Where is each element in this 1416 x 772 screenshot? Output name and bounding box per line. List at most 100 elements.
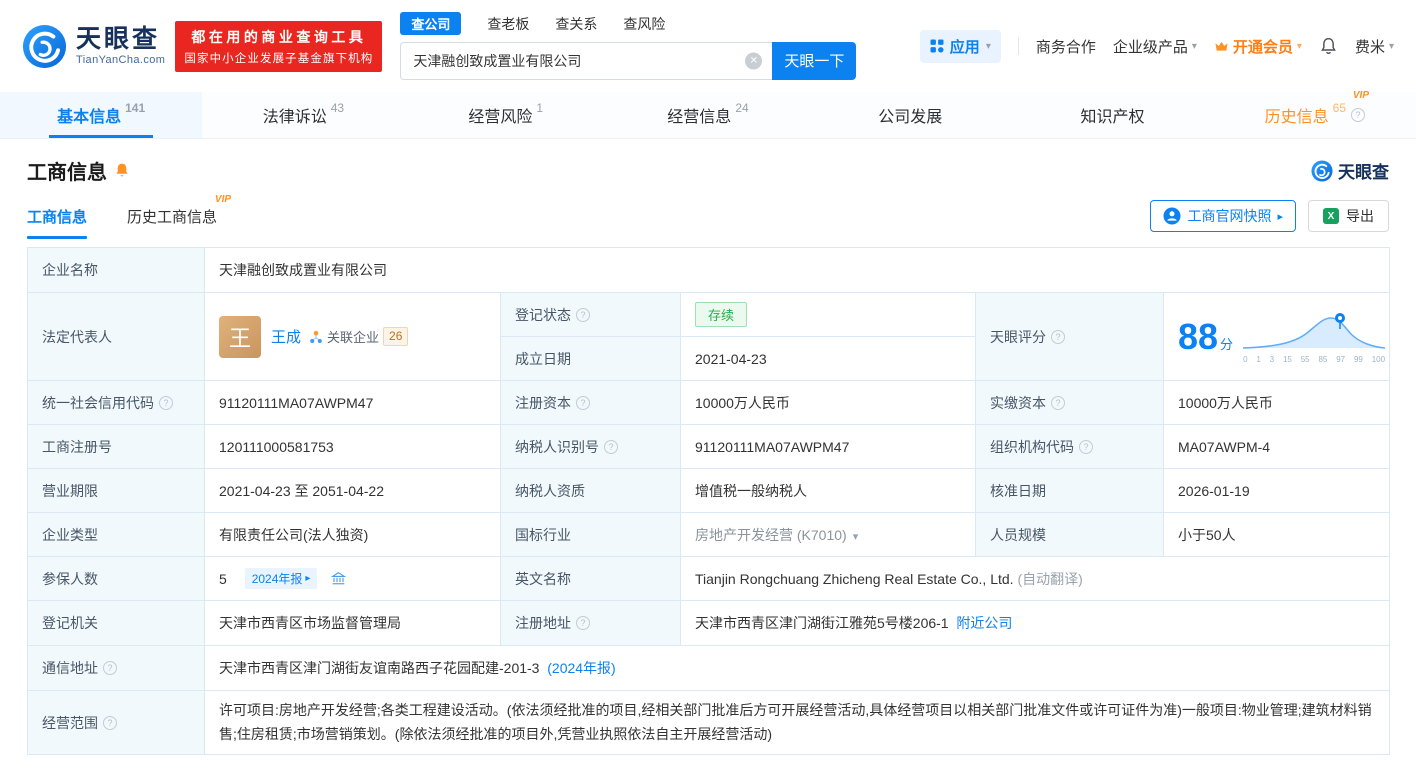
header-menu: 应用 ▾ 商务合作 企业级产品 ▾ 开通会员 ▾ 费米 ▾ (919, 29, 1394, 63)
field-label-business-scope: 经营范围? (27, 690, 205, 755)
caret-down-icon: ▾ (1191, 40, 1197, 52)
reg-address-value: 天津市西青区津门湖街江雅苑5号楼206-1 附近公司 (679, 600, 1391, 646)
mail-address-value: 天津市西青区津门湖街友谊南路西子花园配建-201-3 (2024年报) (203, 645, 1391, 691)
tab-operating-info[interactable]: 经营信息 24 (607, 92, 809, 138)
annual-report-badge[interactable]: 2024年报 ▸ (244, 568, 318, 589)
search-tab-risk[interactable]: 查风险 (623, 14, 665, 34)
org-code-value: MA07AWPM-4 (1162, 424, 1391, 469)
vip-tag: VIP (1352, 90, 1370, 101)
legal-rep-cell: 王 王成 关联企业 26 (204, 292, 501, 381)
auto-translate-note: (自动翻译) (1017, 570, 1083, 587)
score-value[interactable]: 88 分 (1178, 316, 1233, 358)
caret-down-icon: ▾ (1388, 40, 1394, 52)
company-type-value: 有限责任公司(法人独资) (204, 512, 501, 557)
tab-company-development[interactable]: 公司发展 (809, 92, 1011, 138)
help-icon[interactable]: ? (576, 616, 590, 630)
credit-code-value: 91120111MA07AWPM47 (204, 380, 501, 425)
help-icon[interactable]: ? (604, 439, 618, 454)
help-icon[interactable]: ? (103, 661, 117, 675)
field-label-legal-rep: 法定代表人 (27, 292, 205, 381)
menu-open-vip[interactable]: 开通会员 ▾ (1214, 36, 1302, 57)
field-label-credit-code: 统一社会信用代码? (27, 380, 205, 425)
person-circle-icon (1163, 207, 1181, 225)
company-page-tabs: 基本信息 141 法律诉讼 43 经营风险 1 经营信息 24 公司发展 知识产权 VI… (0, 90, 1416, 139)
tianyancha-watermark: 天眼查 (1311, 158, 1389, 183)
logo-subtitle: TianYanCha.com (76, 54, 166, 67)
crown-icon (1215, 41, 1228, 51)
vip-tag: VIP (214, 194, 232, 205)
menu-business-cooperation[interactable]: 商务合作 (1036, 36, 1096, 57)
export-button[interactable]: X 导出 (1308, 200, 1389, 232)
field-label-registry: 登记机关 (27, 600, 205, 646)
reg-status-cell: 存续 (680, 292, 976, 337)
help-icon[interactable]: ? (159, 395, 173, 410)
search-input[interactable] (400, 41, 773, 80)
legal-rep-name-link[interactable]: 王成 (271, 326, 301, 347)
nearby-companies-link[interactable]: 附近公司 (956, 615, 1012, 631)
reg-number-value: 120111000581753 (204, 424, 501, 469)
field-label-industry: 国标行业 (500, 512, 681, 557)
caret-down-icon: ▾ (985, 40, 991, 52)
help-icon[interactable]: ? (1051, 395, 1065, 410)
search-tab-company[interactable]: 查公司 (400, 12, 462, 35)
field-label-reg-status: 登记状态? (500, 292, 681, 337)
business-term-value: 2021-04-23 至 2051-04-22 (204, 468, 501, 513)
staff-size-value: 小于50人 (1162, 512, 1391, 557)
help-icon[interactable]: ? (576, 395, 590, 410)
tianyancha-logo-icon (22, 24, 67, 68)
field-label-taxpayer-id: 纳税人识别号? (500, 424, 681, 469)
help-icon[interactable]: ? (1051, 329, 1065, 344)
help-icon[interactable]: ? (103, 715, 117, 730)
reg-capital-value: 10000万人民币 (680, 380, 976, 425)
business-info-subtabs: 工商信息 VIP 历史工商信息 (27, 193, 231, 239)
field-label-taxpayer-quality: 纳税人资质 (500, 468, 681, 513)
tab-operating-risk[interactable]: 经营风险 1 (405, 92, 607, 138)
section-title: 工商信息 (27, 162, 107, 184)
caret-down-icon: ▾ (1296, 40, 1302, 52)
help-icon[interactable]: ? (576, 307, 590, 322)
insured-count-cell: 5 2024年报 ▸ (204, 556, 501, 601)
industry-value[interactable]: 房地产开发经营 (K7010) ▾ (680, 512, 976, 557)
tab-intellectual-property[interactable]: 知识产权 (1011, 92, 1213, 138)
search-button[interactable]: 天眼一下 (772, 41, 857, 80)
legal-rep-avatar[interactable]: 王 (219, 315, 261, 358)
main-content: 工商信息 天眼查 工商信息 VIP 历史工商信息 工商官网快照 ▸ X 导出 企… (0, 156, 1416, 755)
tianyancha-logo[interactable]: 天眼查 TianYanCha.com (22, 24, 165, 69)
search-tab-boss[interactable]: 查老板 (487, 14, 529, 34)
subtab-history-business-info[interactable]: VIP 历史工商信息 (127, 193, 231, 239)
status-badge: 存续 (695, 302, 748, 327)
monitor-bell-icon[interactable] (114, 162, 130, 179)
field-label-establish-date: 成立日期 (500, 336, 681, 381)
registry-value: 天津市西青区市场监督管理局 (204, 600, 501, 646)
help-icon[interactable]: ? (1079, 439, 1093, 454)
search-tab-relation[interactable]: 查关系 (555, 14, 597, 34)
approval-date-value: 2026-01-19 (1162, 468, 1391, 513)
apps-menu-button[interactable]: 应用 ▾ (919, 29, 1001, 63)
tab-legal-proceedings[interactable]: 法律诉讼 43 (202, 92, 404, 138)
annual-report-link[interactable]: (2024年报) (547, 660, 615, 676)
help-icon[interactable]: ? (1351, 108, 1366, 122)
business-scope-value: 许可项目:房地产开发经营;各类工程建设活动。(依法须经批准的项目,经相关部门批准… (203, 690, 1391, 755)
search-tabs: 查公司 查老板 查关系 查风险 (400, 12, 856, 35)
org-graph-icon (310, 330, 322, 343)
company-name-value: 天津融创致成置业有限公司 (203, 247, 1391, 293)
official-snapshot-button[interactable]: 工商官网快照 ▸ (1150, 200, 1296, 232)
menu-user[interactable]: 费米 ▾ (1355, 36, 1394, 57)
related-companies-badge[interactable]: 关联企业 26 (309, 327, 409, 346)
subtab-business-info[interactable]: 工商信息 (27, 193, 88, 239)
watermark-brand-text: 天眼查 (1338, 163, 1389, 182)
tianyan-score-cell[interactable]: 88 分 013 15 55 85 97 99 100 (1162, 292, 1391, 381)
tab-history-info[interactable]: VIP 历史信息 65 ? (1214, 90, 1416, 138)
search-area: 查公司 查老板 查关系 查风险 ✕ 天眼一下 (400, 12, 857, 80)
chevron-down-icon[interactable]: ▾ (853, 531, 859, 543)
tab-basic-info[interactable]: 基本信息 141 (0, 92, 203, 138)
field-label-reg-number: 工商注册号 (27, 424, 205, 469)
field-label-company-type: 企业类型 (27, 512, 205, 557)
field-label-score: 天眼评分? (975, 292, 1164, 381)
arrow-right-icon: ▸ (1277, 210, 1283, 223)
menu-enterprise-products[interactable]: 企业级产品 ▾ (1113, 36, 1197, 57)
clear-search-icon[interactable]: ✕ (745, 52, 763, 69)
notification-bell-icon[interactable] (1319, 36, 1338, 56)
social-insurance-icon[interactable] (331, 571, 347, 586)
field-label-business-term: 营业期限 (27, 468, 205, 513)
